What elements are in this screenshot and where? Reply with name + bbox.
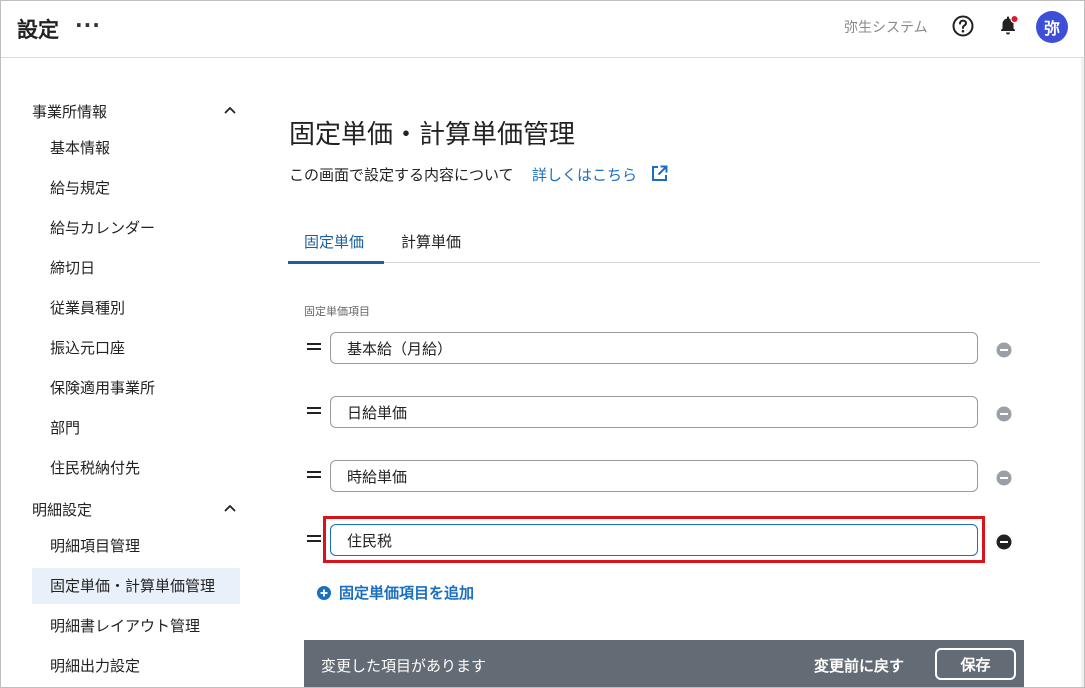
chevron-up-icon[interactable] xyxy=(223,501,237,515)
sidebar-item-statement-layout[interactable]: 明細書レイアウト管理 xyxy=(32,608,240,644)
remove-circle-icon[interactable] xyxy=(996,342,1012,358)
app-title: 設定 xyxy=(17,18,59,42)
scrollbar[interactable] xyxy=(1081,58,1084,687)
list-item xyxy=(304,460,1024,494)
unit-price-item-field[interactable] xyxy=(330,460,978,492)
add-item-label: 固定単価項目を追加 xyxy=(339,584,475,602)
drag-handle-icon[interactable] xyxy=(307,341,321,353)
more-menu-button[interactable]: ··· xyxy=(75,13,101,37)
notification-dot xyxy=(1010,14,1019,24)
details-link[interactable]: 詳しくはこちら xyxy=(532,164,637,185)
company-name[interactable]: 弥生システム xyxy=(844,17,928,37)
unit-price-item-field[interactable] xyxy=(330,332,978,364)
help-circle-icon[interactable] xyxy=(952,15,974,37)
remove-circle-icon[interactable] xyxy=(996,534,1012,550)
sidebar-item-pay-rules[interactable]: 給与規定 xyxy=(32,170,240,206)
sidebar-item-unit-price-management[interactable]: 固定単価・計算単価管理 xyxy=(32,568,240,604)
sidebar-item-resident-tax-payee[interactable]: 住民税納付先 xyxy=(32,450,240,486)
unsaved-message: 変更した項目があります xyxy=(321,657,487,675)
list-item xyxy=(304,396,1024,430)
sidebar-item-insurance-office[interactable]: 保険適用事業所 xyxy=(32,370,240,406)
section-label: 固定単価項目 xyxy=(304,305,370,318)
sidebar-item-departments[interactable]: 部門 xyxy=(32,410,240,446)
revert-button[interactable]: 変更前に戻す xyxy=(814,655,904,676)
add-unit-price-item-button[interactable]: 固定単価項目を追加 xyxy=(317,582,474,603)
unit-price-item-field[interactable] xyxy=(330,524,978,556)
sidebar-section-statement-settings[interactable]: 明細設定 xyxy=(32,499,242,520)
tab-calculated-unit-price[interactable]: 計算単価 xyxy=(401,231,461,263)
drag-handle-icon[interactable] xyxy=(307,533,321,545)
drag-handle-icon[interactable] xyxy=(307,405,321,417)
app-window: 設定 ··· 弥生システム 弥 事業所情報 基本情報 給与規定 給与カレンダー … xyxy=(0,0,1085,688)
save-button[interactable]: 保存 xyxy=(935,648,1016,680)
sidebar-item-pay-calendar[interactable]: 給与カレンダー xyxy=(32,210,240,246)
drag-handle-icon[interactable] xyxy=(307,469,321,481)
tabs-divider xyxy=(288,262,1040,263)
tab-fixed-unit-price[interactable]: 固定単価 xyxy=(304,231,364,263)
top-bar: 設定 ··· 弥生システム 弥 xyxy=(1,1,1084,58)
list-item xyxy=(304,332,1024,366)
avatar[interactable]: 弥 xyxy=(1036,11,1068,43)
add-circle-icon xyxy=(317,585,331,600)
unsaved-changes-bar: 変更した項目があります 変更前に戻す 保存 xyxy=(304,640,1024,687)
sidebar: 事業所情報 基本情報 給与規定 給与カレンダー 締切日 従業員種別 振込元口座 … xyxy=(1,59,261,687)
remove-circle-icon[interactable] xyxy=(996,470,1012,486)
unit-price-item-field[interactable] xyxy=(330,396,978,428)
sidebar-section-office-info[interactable]: 事業所情報 xyxy=(32,101,242,122)
chevron-up-icon[interactable] xyxy=(223,103,237,117)
sidebar-item-transfer-account[interactable]: 振込元口座 xyxy=(32,330,240,366)
sidebar-item-closing-date[interactable]: 締切日 xyxy=(32,250,240,286)
sidebar-item-employee-types[interactable]: 従業員種別 xyxy=(32,290,240,326)
page-description: この画面で設定する内容について xyxy=(289,166,514,184)
page-title: 固定単価・計算単価管理 xyxy=(289,120,576,150)
list-item xyxy=(304,524,1024,558)
sidebar-item-statement-items[interactable]: 明細項目管理 xyxy=(32,528,240,564)
remove-circle-icon[interactable] xyxy=(996,406,1012,422)
sidebar-item-statement-output[interactable]: 明細出力設定 xyxy=(32,648,240,684)
sidebar-item-basic-info[interactable]: 基本情報 xyxy=(32,130,240,166)
active-tab-indicator xyxy=(288,261,384,264)
external-link-icon[interactable] xyxy=(651,165,668,182)
bell-icon[interactable] xyxy=(997,14,1019,38)
